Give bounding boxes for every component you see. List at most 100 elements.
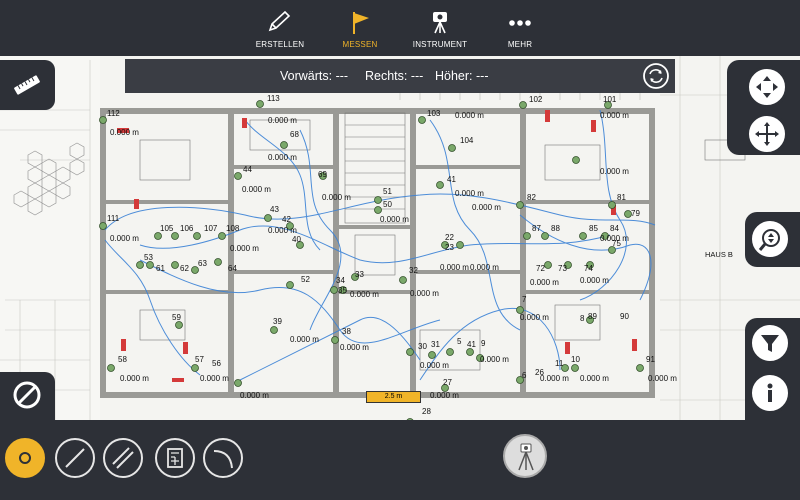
point-number-label: 33 <box>355 270 364 279</box>
point-number-label: 42 <box>282 215 291 224</box>
distance-label: 0.000 m <box>340 343 369 352</box>
readout-right: Rechts: --- <box>365 69 424 83</box>
point-number-label: 5 <box>457 337 462 346</box>
point-number-label: 23 <box>445 243 454 252</box>
floorplan-drawing[interactable]: 112113103102 10168104446951504182 81791111… <box>0 56 800 420</box>
tab-messen-label: MESSEN <box>342 40 378 49</box>
point-number-label: 38 <box>342 327 351 336</box>
point-number-label: 105 <box>160 224 174 233</box>
point-number-label: 111 <box>107 214 120 223</box>
instrument-status-button[interactable] <box>503 434 547 478</box>
readout-forward: Vorwärts: --- <box>280 69 349 83</box>
point-number-label: 68 <box>290 130 299 139</box>
point-number-label: 89 <box>588 312 597 321</box>
distance-label: 0.000 m <box>480 355 509 364</box>
point-number-label: 79 <box>631 209 640 218</box>
distance-label: 0.000 m <box>455 111 484 120</box>
point-number-label: 59 <box>172 313 181 322</box>
tab-erstellen[interactable]: ERSTELLEN <box>235 0 325 56</box>
distance-label: 0.000 m <box>520 313 549 322</box>
cancel-button[interactable] <box>0 372 55 420</box>
distance-label: 0.000 m <box>322 193 351 202</box>
distance-label: 0.000 m <box>410 289 439 298</box>
scale-bar: 2.5 m <box>366 391 421 403</box>
point-number-label: 27 <box>443 378 452 387</box>
move-button[interactable] <box>746 113 788 155</box>
point-number-label: 7 <box>522 295 527 304</box>
point-number-label: 10 <box>571 355 580 364</box>
distance-label: 0.000 m <box>242 185 271 194</box>
point-number-label: 69 <box>318 170 327 179</box>
double-line-tool-button[interactable] <box>103 438 143 478</box>
point-number-label: 101 <box>603 95 617 104</box>
pan-button[interactable] <box>746 66 788 108</box>
distance-label: 0.000 m <box>530 278 559 287</box>
point-number-label: 88 <box>551 224 560 233</box>
point-number-label: 11 <box>555 359 564 368</box>
distance-label: 0.000 m <box>110 234 139 243</box>
distance-label: 0.000 m <box>580 276 609 285</box>
tab-mehr-label: MEHR <box>507 40 533 49</box>
distance-label: 0.000 m <box>540 374 569 383</box>
distance-label: 0.000 m <box>600 167 629 176</box>
point-number-label: 56 <box>212 359 221 368</box>
point-number-label: 87 <box>532 224 541 233</box>
distance-label: 0.000 m <box>600 234 629 243</box>
point-number-label: 8 <box>580 314 585 323</box>
readout-height: Höher: --- <box>435 69 489 83</box>
point-number-label: 6 <box>522 371 527 380</box>
point-number-label: 63 <box>198 259 207 268</box>
instrument-icon <box>433 12 447 34</box>
floorplan-tool-button[interactable] <box>155 438 195 478</box>
line-tool-button[interactable] <box>55 438 95 478</box>
distance-label: 0.000 m <box>580 374 609 383</box>
distance-label: 0.000 m <box>600 111 629 120</box>
point-number-label: 41 <box>447 175 456 184</box>
point-number-label: 81 <box>617 193 626 202</box>
measurement-readout: Vorwärts: --- Rechts: --- Höher: --- <box>125 59 675 93</box>
distance-label: 0.000 m <box>240 391 269 400</box>
point-number-label: 44 <box>243 165 252 174</box>
distance-label: 0.000 m <box>200 374 229 383</box>
point-number-label: 22 <box>445 233 454 242</box>
distance-label: 0.000 m <box>420 361 449 370</box>
point-number-label: 72 <box>536 264 545 273</box>
point-number-label: 57 <box>195 355 204 364</box>
filter-button[interactable] <box>749 322 791 364</box>
distance-label: 0.000 m <box>290 335 319 344</box>
tab-mehr[interactable]: MEHR <box>475 0 565 56</box>
distance-label: 0.000 m <box>648 374 677 383</box>
point-number-label: 74 <box>584 264 593 273</box>
distance-label: 0.000 m <box>430 391 459 400</box>
ruler-button[interactable] <box>0 60 55 110</box>
distance-label: 0.000 m <box>472 203 501 212</box>
move-icon <box>755 122 779 146</box>
more-dots-icon <box>509 20 531 26</box>
distance-label: 0.000 m <box>380 215 409 224</box>
info-button[interactable] <box>749 372 791 414</box>
refresh-icon[interactable] <box>642 62 670 90</box>
point-number-label: 104 <box>460 136 474 145</box>
point-number-label: 50 <box>383 200 392 209</box>
arc-icon <box>213 450 233 469</box>
point-number-label: 106 <box>180 224 194 233</box>
distance-label: 0.000 m <box>268 116 297 125</box>
point-number-label: 91 <box>646 355 655 364</box>
point-number-label: 53 <box>144 253 153 262</box>
distance-label: 0.000 m <box>268 153 297 162</box>
info-icon <box>767 383 773 402</box>
distance-label: 0.000 m <box>440 263 469 272</box>
arc-tool-button[interactable] <box>203 438 243 478</box>
point-tool-button[interactable] <box>5 438 45 478</box>
ruler-icon <box>14 75 40 95</box>
flag-icon <box>353 12 369 34</box>
point-number-label: 73 <box>558 264 567 273</box>
point-number-label: 62 <box>180 264 189 273</box>
point-number-label: 28 <box>422 407 431 416</box>
point-number-label: 9 <box>481 339 486 348</box>
zoom-button[interactable] <box>749 218 791 260</box>
tab-instrument[interactable]: INSTRUMENT <box>395 0 485 56</box>
distance-label: 0.000 m <box>268 226 297 235</box>
tab-erstellen-label: ERSTELLEN <box>255 40 305 49</box>
tab-messen[interactable]: MESSEN <box>315 0 405 56</box>
